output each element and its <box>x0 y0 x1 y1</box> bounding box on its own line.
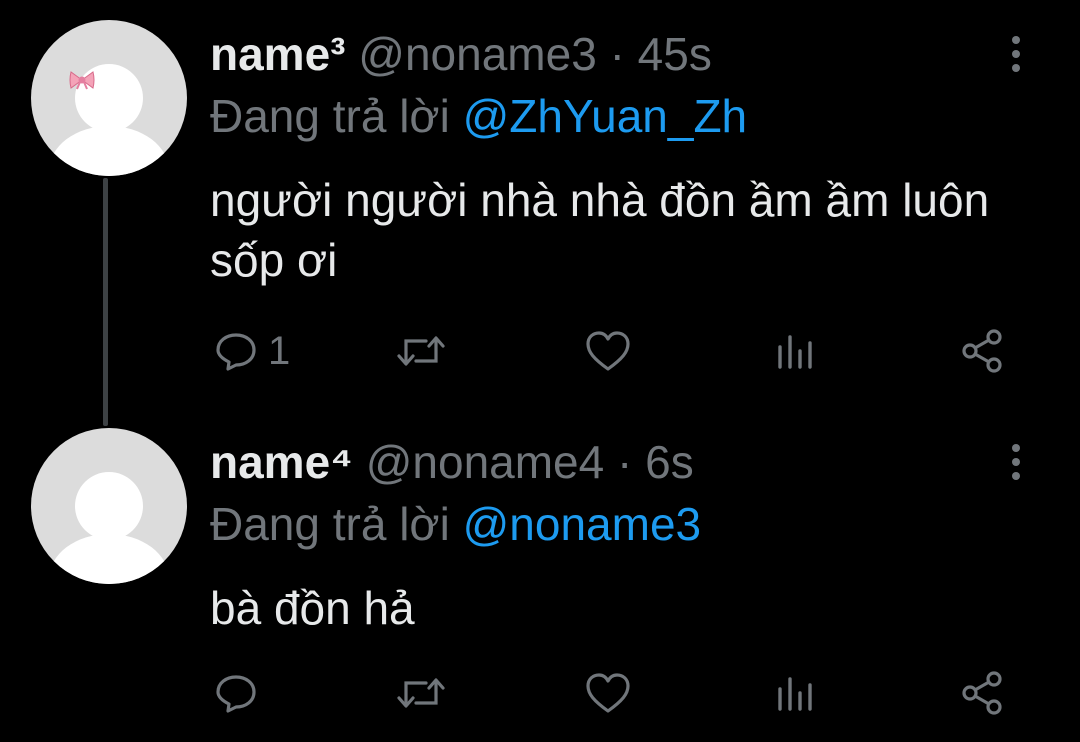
retweet-button[interactable] <box>396 326 446 376</box>
display-name[interactable]: name³ <box>210 28 345 80</box>
reply-count: 1 <box>268 329 291 373</box>
share-icon <box>962 671 1002 715</box>
avatar[interactable] <box>31 20 187 176</box>
avatar-head <box>75 472 143 540</box>
retweet-icon <box>397 336 445 366</box>
user-handle[interactable]: @noname4 <box>366 436 605 488</box>
user-handle[interactable]: @noname3 <box>358 28 597 80</box>
display-name[interactable]: name⁴ <box>210 436 353 488</box>
heart-icon <box>586 331 630 371</box>
replying-to: Đang trả lời @noname3 <box>210 498 701 550</box>
avatar-shoulders <box>49 534 169 584</box>
timestamp[interactable]: 45s <box>638 28 712 80</box>
timestamp[interactable]: 6s <box>645 436 694 488</box>
retweet-icon <box>397 678 445 708</box>
tweet-text: người người nhà nhà đồn ầm ầm luôn sốp ơ… <box>210 174 990 286</box>
like-button[interactable] <box>584 668 632 718</box>
tweet-actions <box>210 668 1030 718</box>
heart-icon <box>586 673 630 713</box>
replying-to-label: Đang trả lời <box>210 498 450 550</box>
views-button[interactable] <box>774 326 818 376</box>
tweet-header: name⁴ @noname4 · 6s <box>210 436 694 488</box>
reply-icon <box>216 675 256 713</box>
views-button[interactable] <box>774 668 818 718</box>
avatar[interactable] <box>31 428 187 584</box>
views-chart-icon <box>778 335 812 369</box>
reply-button[interactable]: 1 <box>214 326 290 376</box>
more-options-icon[interactable] <box>1004 440 1028 484</box>
tweet[interactable]: name⁴ @noname4 · 6s Đang trả lời @noname… <box>0 410 1080 742</box>
reply-icon <box>216 333 256 371</box>
avatar-shoulders <box>49 126 169 176</box>
bow-icon <box>69 71 95 90</box>
share-button[interactable] <box>958 326 1006 376</box>
more-options-icon[interactable] <box>1004 32 1028 76</box>
tweet-header: name³ @noname3 · 45s <box>210 28 712 80</box>
replying-to-label: Đang trả lời <box>210 90 450 142</box>
reply-button[interactable] <box>214 668 268 718</box>
retweet-button[interactable] <box>396 668 446 718</box>
like-button[interactable] <box>584 326 632 376</box>
tweet-text: bà đồn hả <box>210 582 415 634</box>
share-button[interactable] <box>958 668 1006 718</box>
share-icon <box>962 329 1002 373</box>
replying-to-mention[interactable]: @noname3 <box>463 498 702 550</box>
views-chart-icon <box>778 677 812 711</box>
tweet[interactable]: name³ @noname3 · 45s Đang trả lời @ZhYua… <box>0 0 1080 410</box>
separator-dot: · <box>617 436 633 488</box>
replying-to: Đang trả lời @ZhYuan_Zh <box>210 90 747 142</box>
tweet-actions: 1 <box>210 326 1030 376</box>
separator-dot: · <box>609 28 625 80</box>
replying-to-mention[interactable]: @ZhYuan_Zh <box>463 90 748 142</box>
